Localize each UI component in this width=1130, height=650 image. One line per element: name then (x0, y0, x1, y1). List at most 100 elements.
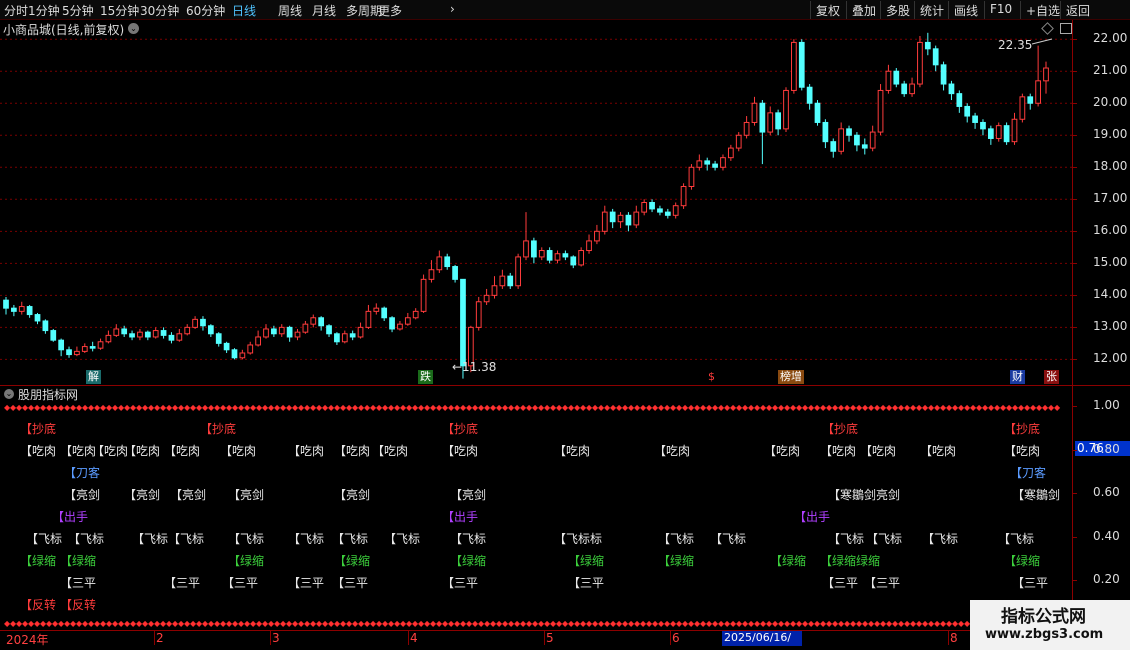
candle (657, 205, 663, 216)
signal-feibiao: 【飞标 (168, 532, 205, 546)
toolbar-button[interactable]: F10 (984, 1, 1017, 19)
candle (373, 303, 380, 315)
date-tick (948, 631, 949, 645)
candle (286, 325, 293, 342)
period-tab[interactable]: 多周期 (346, 2, 382, 19)
signal-liangjian: 【亮剑 (124, 488, 161, 502)
candle (42, 319, 49, 334)
signal-lvsuo: 【绿缩 (658, 554, 695, 568)
signal-chaodi: 【抄底 (20, 422, 57, 436)
candle (483, 288, 490, 305)
toolbar-button[interactable]: 统计 (914, 1, 949, 19)
candle (1027, 93, 1034, 110)
event-tag[interactable]: 张 (1044, 370, 1059, 384)
event-tag[interactable]: 解 (86, 370, 101, 384)
chevron-down-icon[interactable]: ⌄ (4, 389, 14, 399)
candle (397, 320, 403, 331)
event-tag[interactable]: 跌 (418, 370, 433, 384)
candle (538, 247, 545, 261)
signal-chirou: 【吃肉 (442, 444, 479, 458)
price-tick (1072, 103, 1077, 105)
toolbar-button[interactable]: 返回 (1060, 1, 1095, 19)
toolbar-button[interactable]: 多股 (880, 1, 915, 19)
price-tick-label: 17.00 (1093, 191, 1128, 206)
candle (893, 68, 900, 88)
chevron-right-icon[interactable]: › (450, 2, 455, 16)
signal-hanjianliangjian: 【寒鶵剑亮剑 (828, 488, 901, 502)
candle (26, 304, 33, 318)
price-tick (1072, 71, 1077, 73)
toolbar-button[interactable]: 叠加 (846, 1, 881, 19)
period-tab[interactable]: 60分钟 (186, 2, 225, 19)
candle (586, 234, 592, 254)
candlestick-chart[interactable]: 22.35 ←11.38 (0, 20, 1072, 385)
period-tab[interactable]: 月线 (312, 2, 336, 19)
price-tick-label: 12.00 (1093, 351, 1128, 366)
signal-sanping: 【三平 (864, 576, 901, 590)
signal-lvsuo: 【绿缩 (60, 554, 97, 568)
period-tab[interactable]: 日线 (232, 2, 256, 19)
signal-lvsuo: 【绿缩 (20, 554, 57, 568)
toolbar-button[interactable]: 画线 (948, 1, 983, 19)
signal-sanping: 【三平 (60, 576, 97, 590)
date-label: 3 (272, 631, 280, 645)
candle (152, 327, 159, 339)
candle (712, 160, 718, 171)
period-tab[interactable]: 30分钟 (140, 2, 179, 19)
signal-sanping: 【三平 (442, 576, 479, 590)
period-tab[interactable]: 更多 (378, 2, 402, 19)
signal-liangjian: 【亮剑 (450, 488, 487, 502)
candle (105, 330, 112, 344)
candle (523, 212, 529, 261)
period-tab[interactable]: 分时 (4, 2, 28, 19)
signal-daoke: 【刀客 (1010, 466, 1047, 480)
candle (664, 208, 671, 219)
date-label: 5 (546, 631, 554, 645)
candle (861, 138, 868, 155)
candle (972, 112, 978, 129)
candle (806, 84, 813, 110)
date-axis (0, 630, 1130, 650)
signal-feibiao: 【飞标 (288, 532, 325, 546)
price-tick (1072, 327, 1077, 329)
candle (1011, 112, 1018, 145)
indicator-tick-label: 0.60 (1093, 485, 1120, 500)
date-tick (270, 631, 271, 645)
candle (680, 183, 687, 209)
period-tab[interactable]: 15分钟 (100, 2, 139, 19)
candle (735, 132, 742, 152)
date-label: 6 (672, 631, 680, 645)
period-tab[interactable]: 1分钟 (28, 2, 60, 19)
candle (389, 316, 395, 333)
candle (594, 224, 600, 245)
indicator-tick-label: 0.20 (1093, 572, 1120, 587)
signal-lvsuo: 【绿缩 (568, 554, 605, 568)
signal-chirou: 【吃肉 (20, 444, 57, 458)
signal-sanping: 【三平 (822, 576, 859, 590)
event-tag[interactable]: 财 (1010, 370, 1025, 384)
signal-chirou: 【吃肉 (820, 444, 857, 458)
candle (515, 253, 521, 289)
signal-lvsuo: 【绿缩 (228, 554, 265, 568)
date-tick (544, 631, 545, 645)
candle (192, 316, 198, 329)
candle (334, 332, 340, 345)
period-tab[interactable]: 5分钟 (62, 2, 94, 19)
event-tag[interactable]: $ (706, 370, 717, 384)
candle (531, 237, 537, 264)
candle (696, 154, 703, 171)
event-tag[interactable]: 榜增 (778, 370, 804, 384)
signal-sanping: 【三平 (568, 576, 605, 590)
signal-chaodi: 【抄底 (200, 422, 237, 436)
period-tab[interactable]: 周线 (278, 2, 302, 19)
watermark-title: 指标公式网 (1001, 607, 1086, 627)
price-tick-label: 22.00 (1093, 31, 1128, 46)
candle (917, 36, 923, 88)
candle (97, 338, 104, 350)
candle (759, 100, 766, 165)
toolbar-button[interactable]: +自选 (1020, 1, 1065, 19)
candle (349, 330, 356, 341)
toolbar-button[interactable]: 复权 (810, 1, 845, 19)
candle (278, 324, 285, 337)
price-tick (1072, 295, 1077, 297)
